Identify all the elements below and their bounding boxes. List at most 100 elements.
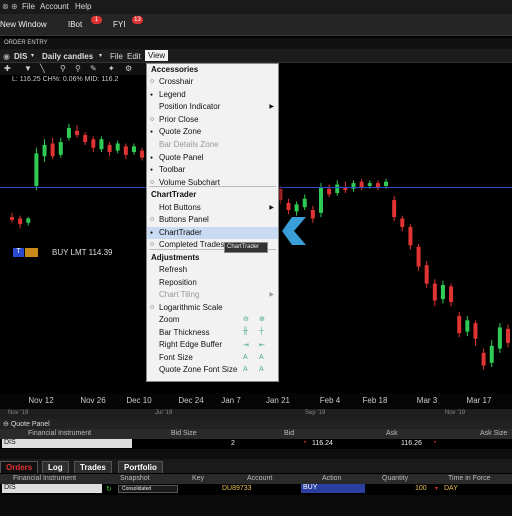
zoom-decrease-icon[interactable]: ⊖	[243, 315, 249, 323]
candle-body	[327, 188, 332, 195]
checked-radio-icon: ●	[150, 92, 154, 98]
menu-item-volume-subchart[interactable]: ○ Volume Subchart	[147, 177, 278, 189]
qp-header-bid: Bid	[284, 430, 295, 437]
tif-dropdown-icon[interactable]: ▾	[435, 485, 438, 492]
chart-header: ◉ DIS ▾ Daily candles ▾ File Edit View	[0, 49, 512, 63]
menu-item-refresh[interactable]: Refresh	[147, 264, 278, 276]
or-header-key: Key	[192, 475, 205, 482]
candle-body	[26, 218, 31, 223]
candle-body	[99, 139, 104, 150]
settings-tool-icon[interactable]: ⚙	[125, 64, 132, 73]
candle-body	[449, 286, 454, 302]
menu-item-quote-panel[interactable]: ● Quote Panel	[147, 152, 278, 164]
window-lock-icon[interactable]: ⊕	[11, 2, 18, 11]
window-control-icon[interactable]: ⊗	[2, 2, 9, 11]
menu-item-logarithmic-scale[interactable]: ○ Logarithmic Scale	[147, 302, 278, 314]
ibot-button[interactable]: IBot	[68, 20, 82, 29]
menu-item-prior-close[interactable]: ○ Prior Close	[147, 114, 278, 126]
zoom-increase-icon[interactable]: ⊕	[259, 315, 265, 323]
or-snapshot[interactable]: Consolidated	[118, 485, 178, 493]
menu-item-buttons-panel[interactable]: ○ Buttons Panel	[147, 214, 278, 226]
orders-row[interactable]: DIS ↻ Consolidated DU89733 BUY 100 ▾ DAY	[0, 484, 512, 495]
candle-body	[465, 320, 470, 332]
candle-body	[140, 150, 145, 158]
new-window-button[interactable]: New Window	[0, 20, 47, 29]
qp-symbol[interactable]: DIS	[2, 439, 132, 448]
or-symbol[interactable]: DIS	[2, 484, 102, 493]
menu-item-hot-buttons[interactable]: Hot Buttons ▶	[147, 202, 278, 214]
qp-bid[interactable]: 116.24	[312, 440, 333, 447]
menu-item-toolbar[interactable]: ● Toolbar	[147, 164, 278, 176]
order-entry-label: ORDER ENTRY	[0, 38, 512, 49]
fyi-button[interactable]: FYI	[113, 20, 125, 29]
or-header-tif: Time in Force	[448, 475, 491, 482]
triangle-tool-icon[interactable]: ▼	[24, 64, 32, 73]
candle-body	[506, 328, 510, 343]
bar-thickness-increase-icon[interactable]: ┼	[259, 328, 264, 335]
line-tool-icon[interactable]: ╲	[40, 64, 45, 73]
timeframe-dropdown-icon[interactable]: ▾	[99, 52, 102, 59]
candle-body	[318, 187, 323, 213]
quote-zone-font-size-increase-icon[interactable]: A	[259, 366, 264, 373]
candle-body	[34, 153, 39, 186]
chart-trader-tooltip: ChartTrader	[224, 242, 268, 253]
candle-body	[42, 144, 47, 157]
x-tick-label: Jan 21	[265, 396, 291, 405]
right-edge-buffer-decrease-icon[interactable]: ⇥	[243, 341, 249, 349]
drawing-tool-icon[interactable]: ✚	[4, 64, 11, 73]
bar-thickness-decrease-icon[interactable]: ╫	[243, 328, 248, 335]
magnify-tool-icon[interactable]: ⚲	[60, 64, 66, 73]
chart-menu-edit[interactable]: Edit	[127, 52, 141, 61]
or-quantity[interactable]: 100	[415, 485, 427, 492]
snapshot-refresh-icon[interactable]: ↻	[106, 485, 112, 493]
menu-account[interactable]: Account	[40, 2, 69, 11]
or-header-snapshot: Snapshot	[120, 475, 150, 482]
chart-timeframe[interactable]: Daily candles	[42, 52, 93, 61]
menu-item-charttrader[interactable]: ● ChartTrader	[147, 227, 278, 239]
font-size-increase-icon[interactable]: A	[259, 354, 264, 361]
tab-portfolio[interactable]: Portfolio	[118, 461, 163, 473]
menu-file[interactable]: File	[22, 2, 35, 11]
bid-tick-icon: •	[304, 440, 307, 446]
candle-body	[457, 316, 462, 334]
tab-trades[interactable]: Trades	[74, 461, 112, 473]
menu-item-position-indicator[interactable]: Position Indicator ▶	[147, 101, 278, 113]
zoom-tool-icon[interactable]: ⚲	[75, 64, 81, 73]
symbol-dropdown-icon[interactable]: ▾	[31, 52, 34, 59]
font-size-decrease-icon[interactable]: A	[243, 354, 248, 361]
or-tif[interactable]: DAY	[444, 485, 458, 492]
pencil-tool-icon[interactable]: ✎	[90, 64, 97, 73]
annotation-tool-icon[interactable]: ✦	[108, 64, 115, 73]
order-cancel-tag[interactable]	[25, 248, 38, 257]
menu-item-quote-zone[interactable]: ● Quote Zone	[147, 126, 278, 138]
chart-symbol[interactable]: DIS	[14, 52, 27, 61]
menu-item-crosshair[interactable]: ○ Crosshair	[147, 76, 278, 88]
candle-body	[392, 200, 397, 218]
candle-body	[384, 181, 389, 186]
candle-body	[375, 183, 380, 188]
ibot-badge: 1	[91, 16, 102, 24]
order-transmit-tag[interactable]: T	[13, 248, 24, 257]
menu-item-reposition[interactable]: Reposition	[147, 277, 278, 289]
chart-menu-view[interactable]: View	[145, 50, 169, 61]
chart-window-icon[interactable]: ◉	[3, 52, 10, 61]
chart-menu-file[interactable]: File	[110, 52, 123, 61]
candle-body	[408, 226, 413, 246]
quote-panel-row[interactable]: DIS 2 • 116.24 116.26 •	[0, 439, 512, 449]
or-account[interactable]: DU89733	[222, 485, 252, 492]
menu-item-label: Chart Tiling	[159, 290, 200, 299]
qp-ask[interactable]: 116.26	[401, 440, 422, 447]
tab-orders[interactable]: Orders	[0, 461, 39, 473]
quote-zone-font-size-decrease-icon[interactable]: A	[243, 366, 248, 373]
menu-item-legend[interactable]: ● Legend	[147, 89, 278, 101]
or-header-account: Account	[247, 475, 273, 482]
tab-log[interactable]: Log	[42, 461, 69, 473]
time-scroller[interactable]: Nov '19 Jul '19 Sep '19 Nov '19	[0, 409, 512, 419]
candle-body	[359, 181, 364, 188]
right-edge-buffer-increase-icon[interactable]: ⇤	[259, 341, 265, 349]
or-action[interactable]: BUY	[301, 484, 365, 493]
menu-item-label: Bar Details Zone	[159, 140, 219, 149]
candle-body	[75, 130, 80, 136]
candle-body	[440, 284, 445, 300]
menu-help[interactable]: Help	[75, 2, 91, 11]
